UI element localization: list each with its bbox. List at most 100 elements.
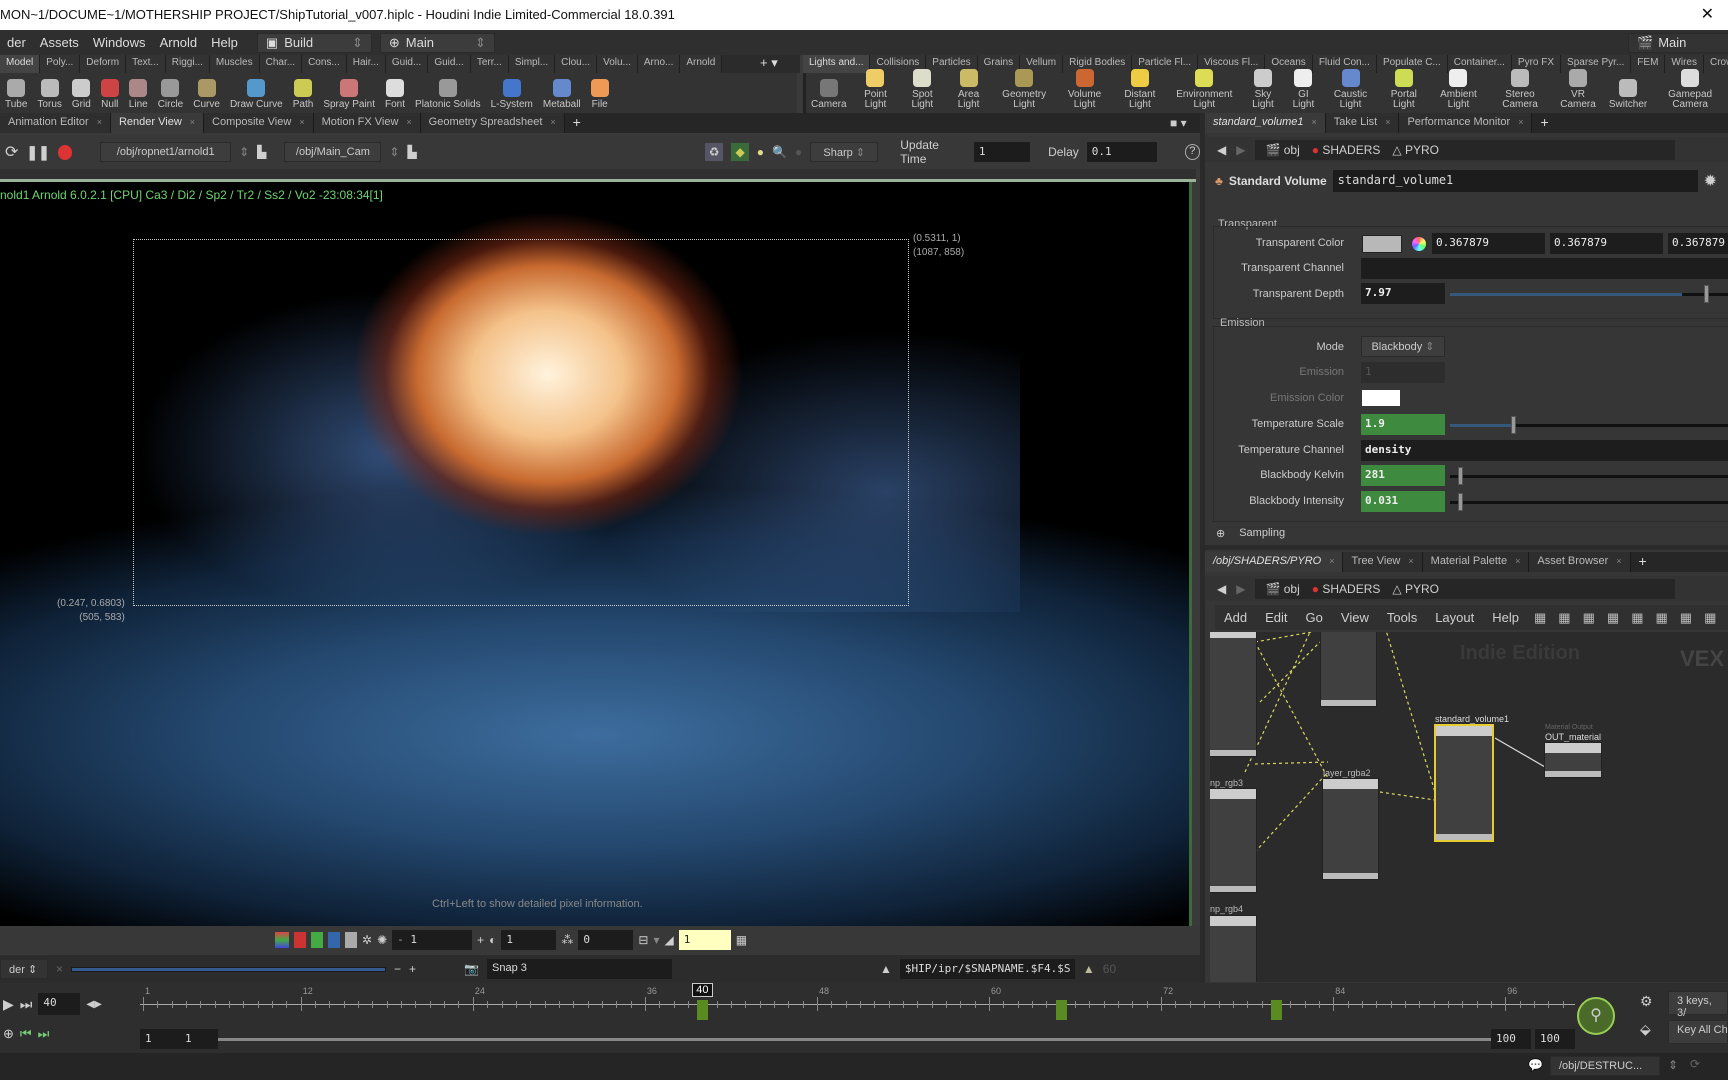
shelf-tab-clou[interactable]: Clou... <box>555 55 598 73</box>
close-tab-icon[interactable]: × <box>406 117 411 127</box>
shelf-tool-caustic-light[interactable]: Caustic Light <box>1322 69 1378 110</box>
current-frame-field[interactable]: 40 <box>38 993 81 1015</box>
blackbody-kelvin-slider[interactable] <box>1450 467 1728 485</box>
clear-icon[interactable]: × <box>56 962 63 976</box>
shelf-tab-terr[interactable]: Terr... <box>470 55 509 73</box>
range-start-field[interactable]: 1 <box>140 1029 180 1049</box>
wrench-icon[interactable]: ▦ <box>1528 610 1552 626</box>
pane-menu-icon[interactable]: ■ ▾ <box>1170 116 1187 130</box>
tab-asset-browser[interactable]: Asset Browser × <box>1529 552 1631 572</box>
forward-icon[interactable]: ▶ <box>1236 143 1245 157</box>
context-selector[interactable]: ⊕ Main ⇕ <box>379 32 495 53</box>
blackbody-kelvin-field[interactable]: 281 <box>1361 465 1445 486</box>
shelf-tool-sky-light[interactable]: Sky Light <box>1242 69 1285 110</box>
network-node-out-material[interactable] <box>1544 742 1602 778</box>
key-options-icon[interactable]: ⚙ <box>1640 993 1653 1010</box>
shelf-tab-text[interactable]: Text... <box>126 55 166 73</box>
key-channel-icon[interactable]: ⬙ <box>1640 1021 1651 1038</box>
alpha-channel-icon[interactable] <box>345 932 357 948</box>
updown-icon[interactable]: ⇕ <box>1668 1058 1678 1072</box>
close-tab-icon[interactable]: × <box>190 117 195 127</box>
shelf-tool-environment-light[interactable]: Environment Light <box>1167 69 1241 110</box>
tab-composite-view[interactable]: Composite View × <box>204 113 314 133</box>
chat-icon[interactable]: 💬 <box>1528 1058 1543 1072</box>
network-node-standard-volume1[interactable] <box>1434 724 1494 842</box>
lut-icon[interactable]: ⊟ <box>638 933 648 947</box>
menu-help[interactable]: Help <box>204 35 245 50</box>
shelf-tool-draw-curve[interactable]: Draw Curve <box>225 79 288 110</box>
shelf-tab-muscles[interactable]: Muscles <box>209 55 260 73</box>
pin-icon[interactable]: ● <box>757 145 764 159</box>
image-icon[interactable]: ▦ <box>1698 610 1722 626</box>
current-frame-marker[interactable]: 40 <box>692 983 713 997</box>
shelf-tool-stereo-camera[interactable]: Stereo Camera <box>1488 69 1552 110</box>
shelf-tool-circle[interactable]: Circle <box>153 79 189 110</box>
shelf-tool-camera[interactable]: Camera <box>806 79 852 110</box>
shelf-tab-arnold[interactable]: Arnold <box>680 55 723 73</box>
render-region[interactable] <box>133 239 909 606</box>
color-correction-icon[interactable]: ▦ <box>736 933 747 947</box>
close-tab-icon[interactable]: × <box>550 117 555 127</box>
color-wheel-icon[interactable] <box>1412 237 1426 251</box>
shelf-tool-gamepad-camera[interactable]: Gamepad Camera <box>1652 69 1728 110</box>
temperature-scale-slider[interactable] <box>1450 416 1728 434</box>
metronome-icon[interactable]: ▲ <box>880 962 892 976</box>
close-tab-icon[interactable]: × <box>1515 556 1520 566</box>
range-slider[interactable] <box>218 1037 1491 1041</box>
tab-standard-volume1[interactable]: standard_volume1 × <box>1205 113 1326 133</box>
shelf-tool-ambient-light[interactable]: Ambient Light <box>1429 69 1488 110</box>
shelf-tool-platonic-solids[interactable]: Platonic Solids <box>410 79 486 110</box>
close-tab-icon[interactable]: × <box>1518 117 1523 127</box>
shelf-tool-grid[interactable]: Grid <box>67 79 96 110</box>
shelf-tool-vr-camera[interactable]: VR Camera <box>1552 69 1604 110</box>
next-key-icon[interactable]: ⏭ <box>38 1026 50 1042</box>
back-icon[interactable]: ◀ <box>1217 582 1226 596</box>
snapshot-path[interactable]: $HIP/ipr/$SNAPNAME.$F4.$S <box>899 959 1075 979</box>
save-icon[interactable]: ▲ <box>1083 962 1095 976</box>
brightness-icon[interactable]: ✺ <box>377 933 387 947</box>
shelf-tool-area-light[interactable]: Area Light <box>945 69 991 110</box>
auto-key-icon[interactable]: ⚲ <box>1577 997 1615 1035</box>
emission-mode-dropdown[interactable]: Blackbody ⇕ <box>1361 336 1445 357</box>
shelf-tab-simpl[interactable]: Simpl... <box>508 55 556 73</box>
step-icon[interactable]: ◀▶ <box>86 999 101 1010</box>
curve-icon[interactable]: ◢ <box>664 933 673 947</box>
delay-field[interactable]: 0.1 <box>1086 142 1157 162</box>
red-channel-icon[interactable] <box>294 932 306 948</box>
close-tab-icon[interactable]: × <box>1329 556 1334 566</box>
gamma-icon[interactable]: ◐ <box>489 933 496 947</box>
close-tab-icon[interactable]: × <box>1616 556 1621 566</box>
shelf-tab-hair[interactable]: Hair... <box>346 55 386 73</box>
tab-geometry-spreadsheet[interactable]: Geometry Spreadsheet × <box>420 113 565 133</box>
plus-icon[interactable]: + <box>409 962 416 976</box>
crumb-shaders[interactable]: ● SHADERS <box>1312 582 1381 596</box>
shelf-tab-arno[interactable]: Arno... <box>637 55 681 73</box>
transparent-color-g[interactable]: 0.367879 <box>1550 233 1663 254</box>
tab-obj-shaders-pyro[interactable]: /obj/SHADERS/PYRO × <box>1205 552 1344 572</box>
range-end-field[interactable]: 100 <box>1535 1029 1575 1049</box>
shelf-tab-guid[interactable]: Guid... <box>385 55 429 73</box>
close-tab-icon[interactable]: × <box>1408 556 1413 566</box>
transparent-depth-field[interactable]: 7.97 <box>1361 283 1445 304</box>
note-icon[interactable]: ▦ <box>1674 610 1698 626</box>
close-tab-icon[interactable]: × <box>97 117 102 127</box>
lut-field[interactable]: 1 <box>678 930 731 950</box>
shelf-tool-l-system[interactable]: L-System <box>486 79 538 110</box>
gamma-field[interactable]: 1 <box>501 930 557 950</box>
crumb-obj[interactable]: 🎬 obj <box>1265 582 1299 596</box>
shelf-tool-torus[interactable]: Torus <box>32 79 66 110</box>
offset-field[interactable]: 0 <box>578 930 634 950</box>
crumb-pyro[interactable]: △ PYRO <box>1392 582 1439 596</box>
minus-icon[interactable]: − <box>394 962 401 976</box>
network-menu-layout[interactable]: Layout <box>1426 610 1483 625</box>
split-icon[interactable]: ▦ <box>1649 610 1673 626</box>
shelf-tool-volume-light[interactable]: Volume Light <box>1056 69 1112 110</box>
refresh-icon[interactable]: ⟳ <box>5 142 18 162</box>
tab-motion-fx-view[interactable]: Motion FX View × <box>313 113 421 133</box>
add-tab-icon[interactable]: + <box>1532 113 1556 133</box>
menu-windows[interactable]: Windows <box>86 35 153 50</box>
pick-rop-icon[interactable]: ▙ <box>257 145 266 159</box>
network-menu-go[interactable]: Go <box>1297 610 1332 625</box>
key-all-channels-button[interactable]: Key All Ch <box>1668 1020 1728 1044</box>
menu-render[interactable]: der <box>0 35 33 50</box>
